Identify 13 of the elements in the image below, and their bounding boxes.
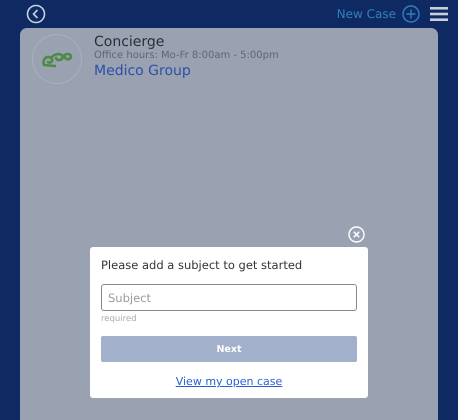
close-icon[interactable] <box>348 226 365 243</box>
menu-icon[interactable] <box>430 7 448 21</box>
concierge-title: Concierge <box>94 34 166 50</box>
back-icon[interactable] <box>26 4 46 24</box>
subject-field[interactable]: Subject <box>101 284 357 311</box>
required-hint: required <box>101 314 138 324</box>
dialog-prompt: Please add a subject to get started <box>101 258 304 272</box>
add-icon[interactable] <box>402 5 420 23</box>
open-case-link[interactable]: View my open case <box>176 375 282 388</box>
office-hours: Office hours: Mo-Fr 8:00am - 5:00pm <box>94 50 279 61</box>
logo-icon <box>32 34 82 84</box>
new-case-link[interactable]: New Case <box>336 7 396 21</box>
group-name: Medico Group <box>94 63 192 79</box>
